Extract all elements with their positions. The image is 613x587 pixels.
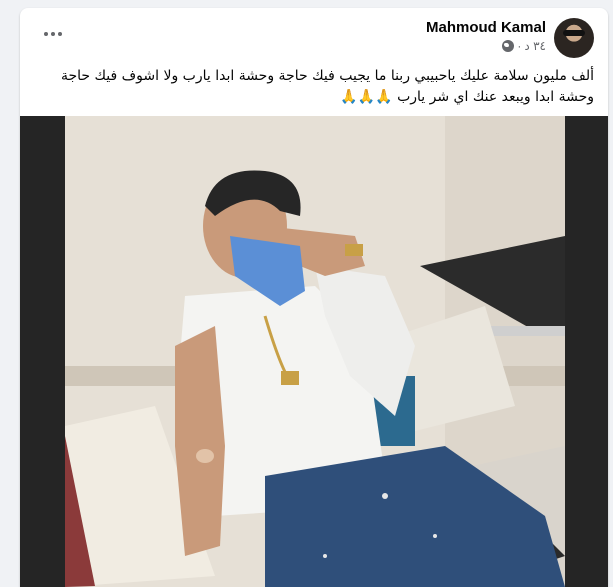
post-header: Mahmoud Kamal ٣٤ د · (20, 8, 608, 64)
post-time[interactable]: ٣٤ د (524, 39, 546, 53)
globe-icon (502, 40, 515, 52)
post-card: Mahmoud Kamal ٣٤ د · ألف مليون سلامة علي… (20, 8, 608, 587)
author-name[interactable]: Mahmoud Kamal (426, 19, 546, 36)
photo-illustration (65, 116, 565, 587)
post-photo[interactable] (20, 116, 608, 587)
post-text: ألف مليون سلامة عليك ياحبيبي ربنا ما يجي… (60, 68, 594, 105)
more-options-button[interactable] (38, 22, 68, 46)
post-meta: ٣٤ د · (502, 39, 546, 53)
author-avatar[interactable] (554, 18, 594, 58)
more-options-icon (44, 32, 48, 36)
